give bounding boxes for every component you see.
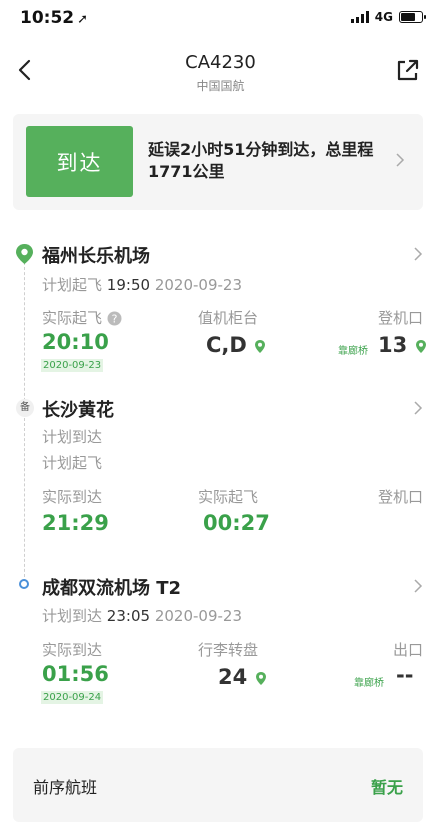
share-icon xyxy=(397,59,419,81)
stopover-actual-departure-time: 00:27 xyxy=(203,511,270,535)
location-arrow-icon: ➚ xyxy=(77,12,89,27)
flight-number-title: CA4230 xyxy=(185,52,256,73)
battery-icon xyxy=(399,11,426,23)
baggage-carousel-value[interactable]: 24 xyxy=(218,665,267,689)
share-button[interactable] xyxy=(393,55,423,85)
status-badge: 到达 xyxy=(26,126,133,197)
origin-planned-departure: 计划起飞 19:50 2020-09-23 xyxy=(42,276,242,294)
status-bar: 10:52 ➚ 4G xyxy=(0,0,441,40)
destination-actual-arrival-label: 实际到达 xyxy=(42,641,103,659)
origin-actual-departure-date: 2020-09-23 xyxy=(41,359,104,372)
boarding-gate-value[interactable]: 13 xyxy=(378,333,427,357)
stopover-gate-label: 登机口 xyxy=(377,488,423,506)
status-right: 4G xyxy=(350,10,426,24)
origin-chevron-right-icon[interactable] xyxy=(413,246,423,262)
signal-icon xyxy=(350,11,369,23)
previous-flight-value: 暂无 xyxy=(370,778,403,797)
destination-dot-icon xyxy=(19,579,29,589)
gate-pin-icon xyxy=(415,339,426,353)
destination-actual-arrival-date: 2020-09-24 xyxy=(41,691,104,704)
previous-flight-card[interactable]: 前序航班 暂无 xyxy=(13,748,423,822)
baggage-pin-icon xyxy=(255,671,266,685)
stopover-actual-arrival-time: 21:29 xyxy=(42,511,109,535)
checkin-counter-label: 值机柜台 xyxy=(198,309,259,327)
origin-airport-name[interactable]: 福州长乐机场 xyxy=(42,242,150,268)
destination-actual-arrival-time: 01:56 xyxy=(42,662,109,686)
flight-status-card[interactable]: 到达 延误2小时51分钟到达，总里程1771公里 xyxy=(13,114,423,210)
status-time: 10:52 ➚ xyxy=(20,8,89,28)
origin-pin-icon xyxy=(16,244,33,264)
destination-chevron-right-icon[interactable] xyxy=(413,578,423,594)
delay-summary: 延误2小时51分钟到达，总里程1771公里 xyxy=(148,140,374,181)
destination-planned-arrival: 计划到达 23:05 2020-09-23 xyxy=(42,607,242,625)
stopover-airport-name[interactable]: 长沙黄花 xyxy=(42,396,114,422)
help-icon[interactable]: ? xyxy=(107,311,122,326)
location-pin-icon xyxy=(255,339,266,353)
destination-airport-name[interactable]: 成都双流机场 T2 xyxy=(42,574,181,600)
origin-actual-departure-label: 实际起飞 ? xyxy=(42,307,122,328)
previous-flight-label: 前序航班 xyxy=(33,778,98,797)
boarding-gate-label: 登机口 xyxy=(377,309,423,327)
route-timeline-line xyxy=(24,262,25,582)
airline-name: 中国国航 xyxy=(196,79,245,93)
stopover-chevron-right-icon[interactable] xyxy=(413,400,423,416)
exit-value: -- xyxy=(396,663,414,687)
exit-label: 出口 xyxy=(392,641,423,659)
stopover-planned-arrival-label: 计划到达 xyxy=(42,428,103,446)
gate-bridge-note: 靠廊桥 xyxy=(338,346,368,357)
checkin-counter-value[interactable]: C,D xyxy=(206,333,266,357)
baggage-carousel-label: 行李转盘 xyxy=(198,641,259,659)
origin-actual-departure-time: 20:10 xyxy=(42,330,109,354)
chevron-right-icon xyxy=(396,153,405,167)
network-type: 4G xyxy=(374,10,393,24)
stopover-actual-arrival-label: 实际到达 xyxy=(42,488,103,506)
stopover-badge: 备 xyxy=(16,399,34,417)
stopover-actual-departure-label: 实际起飞 xyxy=(198,488,259,506)
svg-text:?: ? xyxy=(111,313,117,326)
exit-bridge-note: 靠廊桥 xyxy=(354,678,384,689)
nav-bar: CA4230 中国国航 xyxy=(0,45,441,105)
stopover-planned-departure-label: 计划起飞 xyxy=(42,454,103,472)
